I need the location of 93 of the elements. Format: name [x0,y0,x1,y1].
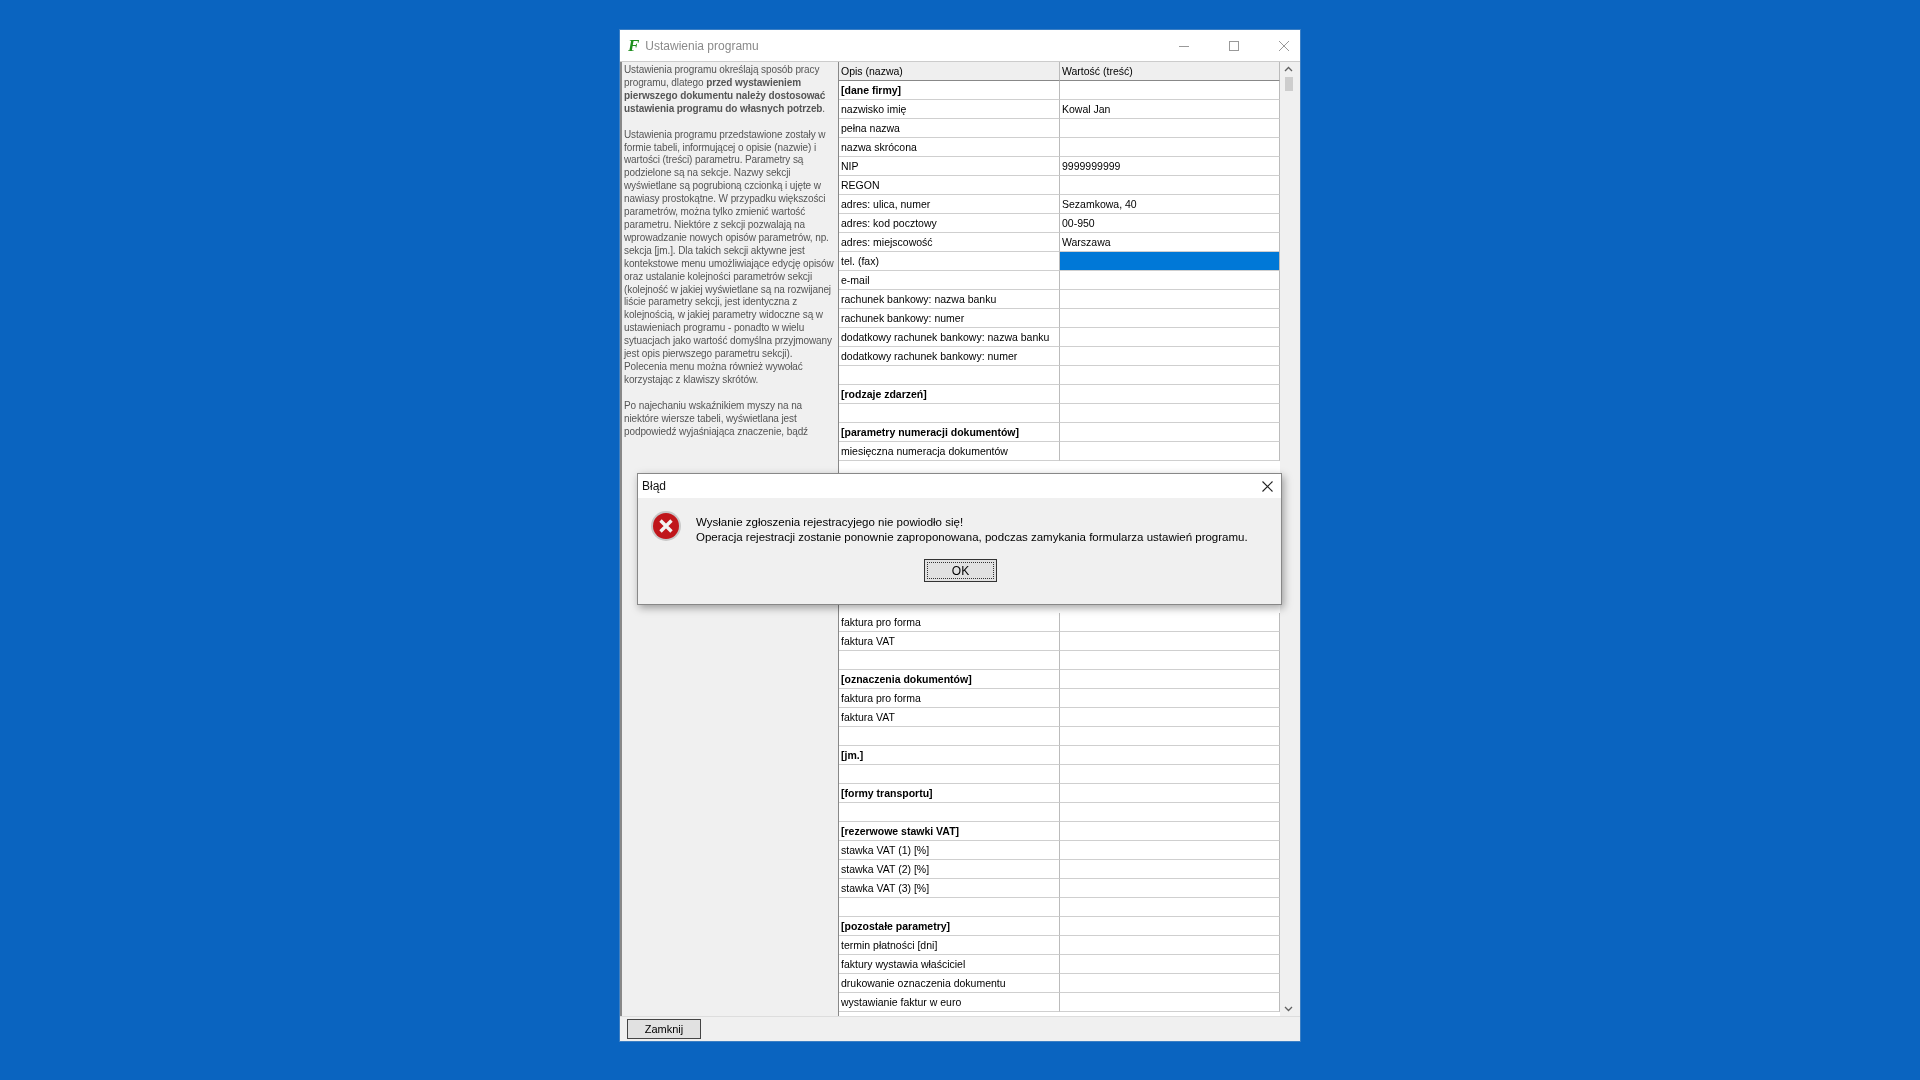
table-cell: faktura VAT [839,632,1060,651]
table-cell[interactable] [1060,993,1280,1012]
maximize-icon[interactable] [1228,39,1240,52]
table-cell[interactable] [1060,784,1280,803]
table-cell: NIP [839,157,1060,176]
error-message: Operacja rejestracji zostanie ponownie zaproponowana, podczas zamykania formularza ustawień programu. [696,530,1248,545]
table-cell: faktura pro forma [839,689,1060,708]
table-cell: rachunek bankowy: numer [839,309,1060,328]
table-cell[interactable] [1060,974,1280,993]
table-cell[interactable] [1060,841,1280,860]
table-cell[interactable]: 00-950 [1060,214,1280,233]
table-cell[interactable] [1060,290,1280,309]
table-cell: adres: ulica, numer [839,195,1060,214]
table-cell: [rezerwowe stawki VAT] [839,822,1060,841]
table-cell: rachunek bankowy: nazwa banku [839,290,1060,309]
table-cell[interactable] [1060,689,1280,708]
table-cell: [formy transportu] [839,784,1060,803]
table-cell: [parametry numeracji dokumentów] [839,423,1060,442]
table-cell: tel. (fax) [839,252,1060,271]
scroll-thumb[interactable] [1284,77,1293,91]
table-cell[interactable] [1060,822,1280,841]
table-cell: pełna nazwa [839,119,1060,138]
table-cell[interactable] [1060,366,1280,385]
table-cell[interactable] [1060,176,1280,195]
table-cell: drukowanie oznaczenia dokumentu [839,974,1060,993]
close-button[interactable]: Zamknij [627,1019,701,1039]
window-title: Ustawienia programu [645,38,759,53]
app-logo: F [628,35,640,56]
table-cell[interactable] [1060,708,1280,727]
table-cell[interactable] [1060,119,1280,138]
table-cell: [oznaczenia dokumentów] [839,670,1060,689]
table-cell[interactable] [1060,879,1280,898]
help-paragraph: Ustawienia programu określają sposób pracy programu, dlatego przed wystawieniem pierwszego dokumentu należy dostosować ustawienia programu do własnych potrzeb. [624,64,827,116]
table-cell: miesięczna numeracja dokumentów [839,442,1060,461]
table-cell[interactable] [1060,328,1280,347]
scroll-down-icon[interactable] [1284,1006,1293,1012]
table-cell: faktura VAT [839,708,1060,727]
table-cell[interactable] [1060,898,1280,917]
table-cell[interactable] [1060,651,1280,670]
table-cell[interactable] [1060,936,1280,955]
table-cell: termin płatności [dni] [839,936,1060,955]
table-cell[interactable] [1060,917,1280,936]
table-cell: [jm.] [839,746,1060,765]
table-cell: adres: kod pocztowy [839,214,1060,233]
table-cell[interactable] [1060,271,1280,290]
table-cell[interactable] [1060,860,1280,879]
table-cell: faktura pro forma [839,613,1060,632]
table-cell: [dane firmy] [839,81,1060,100]
column-header[interactable]: Wartość (treść) [1060,62,1280,81]
scroll-up-icon[interactable] [1284,66,1293,72]
error-message: Wysłanie zgłoszenia rejestracyjego nie powiodło się! [696,515,965,530]
table-cell: stawka VAT (3) [%] [839,879,1060,898]
table-cell: nazwa skrócona [839,138,1060,157]
table-cell[interactable] [1060,423,1280,442]
column-header[interactable]: Opis (nazwa) [839,62,1060,81]
table-cell[interactable] [1060,746,1280,765]
table-cell: dodatkowy rachunek bankowy: nazwa banku [839,328,1060,347]
table-cell: e-mail [839,271,1060,290]
table-cell: [pozostałe parametry] [839,917,1060,936]
table-cell[interactable] [1060,765,1280,784]
table-cell[interactable] [1060,252,1280,271]
close-icon[interactable] [1262,480,1273,492]
table-cell[interactable] [1060,670,1280,689]
table-cell: stawka VAT (2) [%] [839,860,1060,879]
table-cell[interactable]: 9999999999 [1060,157,1280,176]
table-cell: dodatkowy rachunek bankowy: numer [839,347,1060,366]
table-cell[interactable] [1060,955,1280,974]
table-cell: wystawianie faktur w euro [839,993,1060,1012]
table-cell[interactable] [1060,613,1280,632]
table-cell[interactable]: Kowal Jan [1060,100,1280,119]
error-icon [650,510,682,542]
table-cell[interactable] [1060,138,1280,157]
help-paragraph: Ustawienia programu przedstawione zostały w formie tabeli, informującej o opisie (nazwie) i wartości (treści) parametru. Parametry są podzielone są na sekcje. Nazwy sekcji wyświetlane są pogrubioną czcionką i ujęte w nawiasy prostokątne. W przypadku większości parametrów, można tylko zmienić wartość parametru. Niektóre z sekcji pozwalają na wprowadzanie nowych opisów parametrów, np. sekcja [jm.]. Dla takich sekcji aktywne jest kontekstowe menu umożliwiające edycję opisów oraz ustalanie kolejności parametrów sekcji (kolejność w jakiej wyświetlane są na rozwijanej liście parametry sekcji, jest identyczna z kolejnością, w jakiej parametry widoczne są w ustawieniach programu - ponadto w wielu sytuacjach jako wartość domyślna przyjmowany jest opis pierwszego parametru sekcji). Polecenia menu można również wywołać korzystając z klawiszy skrótów. [624,128,835,387]
table-cell[interactable] [1060,803,1280,822]
dialog-title: Błąd [642,479,667,493]
table-cell[interactable] [1060,385,1280,404]
table-cell: nazwisko imię [839,100,1060,119]
ok-button[interactable]: OK [924,559,997,582]
table-cell: [rodzaje zdarzeń] [839,385,1060,404]
table-cell: faktury wystawia właściciel [839,955,1060,974]
table-cell: stawka VAT (1) [%] [839,841,1060,860]
table-cell: REGON [839,176,1060,195]
table-cell: adres: miejscowość [839,233,1060,252]
table-cell[interactable] [1060,632,1280,651]
table-cell[interactable]: Warszawa [1060,233,1280,252]
table-cell[interactable] [1060,81,1280,100]
table-cell[interactable] [1060,404,1280,423]
table-cell[interactable] [1060,347,1280,366]
table-cell[interactable] [1060,309,1280,328]
table-cell[interactable] [1060,727,1280,746]
table-cell[interactable]: Sezamkowa, 40 [1060,195,1280,214]
table-cell[interactable] [1060,442,1280,461]
help-paragraph: Po najechaniu wskaźnikiem myszy na na niektóre wiersze tabeli, wyświetlana jest podpowiedź wyjaśniająca znaczenie, bądź [624,399,809,439]
